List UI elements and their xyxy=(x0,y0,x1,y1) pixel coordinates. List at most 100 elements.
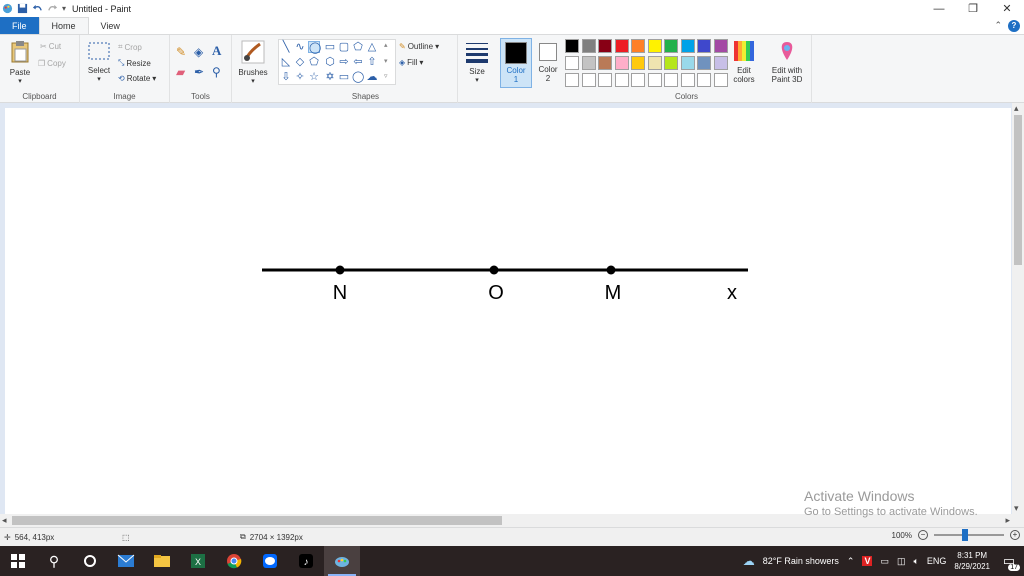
horizontal-scroll-thumb[interactable] xyxy=(12,516,502,525)
palette-swatch[interactable] xyxy=(598,73,612,87)
weather-icon[interactable]: ☁ xyxy=(743,554,755,568)
callout-cloud-shape-icon[interactable]: ☁ xyxy=(366,71,378,83)
action-center-button[interactable]: ▭ 17 xyxy=(998,551,1020,571)
pentagon-shape-icon[interactable]: ⬠ xyxy=(308,56,320,68)
clock[interactable]: 8:31 PM 8/29/2021 xyxy=(954,550,990,572)
language-indicator[interactable]: ENG xyxy=(927,556,947,566)
network-icon[interactable]: ◫ xyxy=(897,556,906,567)
palette-swatch[interactable] xyxy=(598,39,612,53)
palette-swatch[interactable] xyxy=(581,56,596,70)
palette-swatch[interactable] xyxy=(565,39,579,53)
zoom-in-button[interactable]: + xyxy=(1010,530,1020,540)
tab-file[interactable]: File xyxy=(0,17,39,34)
rectangle-shape-icon[interactable]: ▭ xyxy=(324,41,336,53)
taskbar-excel[interactable]: X xyxy=(180,546,216,576)
magnifier-icon[interactable]: ⚲ xyxy=(212,65,221,79)
zoom-out-button[interactable]: − xyxy=(918,530,928,540)
right-triangle-shape-icon[interactable]: ◺ xyxy=(280,56,292,68)
undo-icon[interactable] xyxy=(32,3,43,14)
restore-button[interactable]: ❐ xyxy=(956,0,990,17)
palette-swatch[interactable] xyxy=(697,56,711,70)
brushes-button[interactable]: Brushes ▾ xyxy=(235,40,271,85)
color1-button[interactable]: Color 1 xyxy=(500,38,532,88)
cortana-button[interactable] xyxy=(72,546,108,576)
palette-swatch[interactable] xyxy=(680,56,695,70)
tab-home[interactable]: Home xyxy=(38,17,89,34)
palette-swatch[interactable] xyxy=(614,56,629,70)
palette-swatch[interactable] xyxy=(631,56,645,70)
weather-text[interactable]: 82°F Rain showers xyxy=(763,556,839,566)
battery-icon[interactable]: ▭ xyxy=(880,556,889,567)
taskbar-chrome[interactable] xyxy=(216,546,252,576)
palette-swatch[interactable] xyxy=(581,39,596,53)
drawing-canvas[interactable]: N O M x xyxy=(5,108,1011,514)
palette-swatch[interactable] xyxy=(697,73,711,87)
triangle-shape-icon[interactable]: △ xyxy=(366,41,378,53)
gallery-scroll-down-icon[interactable]: ▾ xyxy=(384,57,388,65)
collapse-ribbon-icon[interactable]: ⌃ xyxy=(994,20,1002,31)
zoom-slider-thumb[interactable] xyxy=(962,529,968,541)
palette-swatch[interactable] xyxy=(581,73,596,87)
palette-swatch[interactable] xyxy=(697,39,711,53)
palette-swatch[interactable] xyxy=(713,73,728,87)
paste-button[interactable]: Paste ▾ xyxy=(6,40,34,85)
palette-swatch[interactable] xyxy=(713,39,728,53)
palette-swatch[interactable] xyxy=(664,39,678,53)
customize-qa-icon[interactable]: ▾ xyxy=(62,4,66,13)
cut-button[interactable]: ✂ Cut xyxy=(40,42,61,51)
redo-icon[interactable] xyxy=(47,3,58,14)
help-icon[interactable]: ? xyxy=(1008,19,1020,32)
scroll-left-icon[interactable]: ◂ xyxy=(2,515,7,526)
taskbar-file-explorer[interactable] xyxy=(144,546,180,576)
oval-shape-icon[interactable]: ◯ xyxy=(308,41,321,54)
palette-swatch[interactable] xyxy=(647,73,662,87)
edit-with-paint3d-button[interactable]: Edit with Paint 3D xyxy=(766,40,808,84)
palette-swatch[interactable] xyxy=(664,73,678,87)
callout-rect-shape-icon[interactable]: ▭ xyxy=(338,71,350,83)
scroll-up-icon[interactable]: ▴ xyxy=(1014,103,1019,114)
palette-swatch[interactable] xyxy=(565,73,579,87)
fill-bucket-icon[interactable]: ◈ xyxy=(194,45,203,59)
select-button[interactable]: Select ▾ xyxy=(84,40,114,83)
minimize-button[interactable]: — xyxy=(922,0,956,17)
palette-swatch[interactable] xyxy=(647,39,662,53)
gallery-scroll-up-icon[interactable]: ▴ xyxy=(384,41,388,49)
right-arrow-shape-icon[interactable]: ⇨ xyxy=(338,56,350,68)
palette-swatch[interactable] xyxy=(614,73,629,87)
edit-colors-button[interactable]: Edit colors xyxy=(728,40,760,84)
left-arrow-shape-icon[interactable]: ⇦ xyxy=(352,56,364,68)
eraser-icon[interactable]: ▰ xyxy=(176,65,185,79)
size-button[interactable]: Size ▾ xyxy=(462,41,492,84)
palette-swatch[interactable] xyxy=(565,56,579,70)
diamond-shape-icon[interactable]: ◇ xyxy=(294,56,306,68)
rounded-rectangle-shape-icon[interactable]: ▢ xyxy=(338,41,350,53)
outline-button[interactable]: ✎ Outline ▾ xyxy=(399,42,439,51)
palette-swatch[interactable] xyxy=(664,56,678,70)
text-icon[interactable]: A xyxy=(212,43,221,59)
color-picker-icon[interactable]: ✒ xyxy=(194,65,204,79)
palette-swatch[interactable] xyxy=(614,39,629,53)
scroll-down-icon[interactable]: ▾ xyxy=(1014,503,1019,514)
scroll-right-icon[interactable]: ▸ xyxy=(1005,515,1010,526)
crop-button[interactable]: ⌗ Crop xyxy=(118,42,142,52)
taskbar-paint[interactable] xyxy=(324,546,360,576)
show-hidden-icons[interactable]: ⌃ xyxy=(847,556,855,567)
palette-swatch[interactable] xyxy=(631,73,645,87)
down-arrow-shape-icon[interactable]: ⇩ xyxy=(280,71,292,83)
taskbar-zalo[interactable] xyxy=(252,546,288,576)
fill-button[interactable]: ◈ Fill ▾ xyxy=(399,58,423,67)
start-button[interactable] xyxy=(0,546,36,576)
polygon-shape-icon[interactable]: ⬠ xyxy=(352,41,364,53)
palette-swatch[interactable] xyxy=(680,39,695,53)
volume-icon[interactable]: 🔈︎ xyxy=(913,556,918,567)
tab-view[interactable]: View xyxy=(89,17,132,34)
taskbar-mail[interactable] xyxy=(108,546,144,576)
vertical-scroll-thumb[interactable] xyxy=(1014,115,1022,265)
palette-swatch[interactable] xyxy=(713,56,728,70)
search-button[interactable]: ⚲ xyxy=(36,546,72,576)
palette-swatch[interactable] xyxy=(647,56,662,70)
callout-oval-shape-icon[interactable]: ◯ xyxy=(352,71,364,83)
copy-button[interactable]: ❐ Copy xyxy=(38,59,66,68)
rotate-button[interactable]: ⟲ Rotate ▾ xyxy=(118,74,156,83)
curve-shape-icon[interactable]: ∿ xyxy=(294,41,306,53)
